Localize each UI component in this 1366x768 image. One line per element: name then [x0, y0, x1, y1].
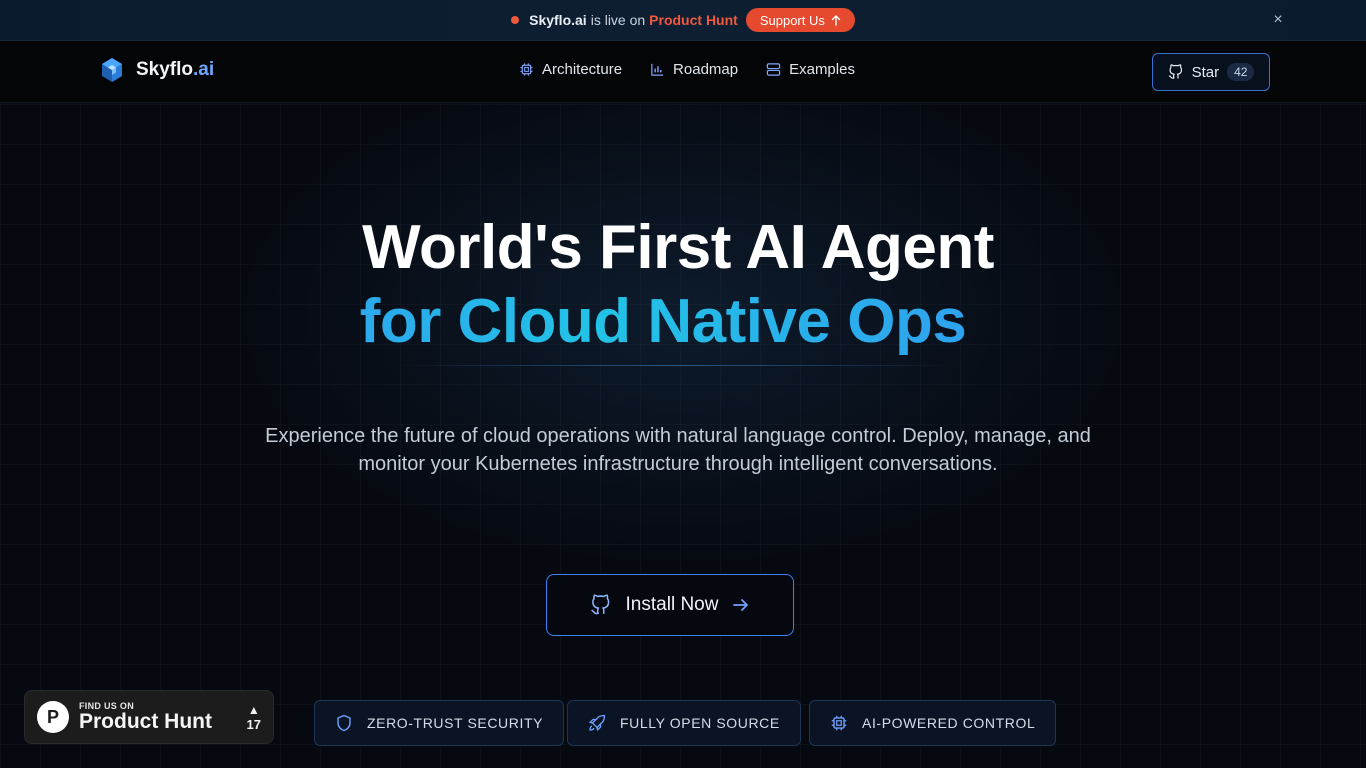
shield-icon — [337, 714, 351, 732]
nav-link-roadmap[interactable]: Roadmap — [650, 61, 738, 78]
nav-link-examples[interactable]: Examples — [766, 61, 855, 78]
support-us-button[interactable]: Support Us — [745, 8, 855, 32]
live-dot-icon — [511, 16, 520, 24]
badge-ai-powered-control: AI-POWERED CONTROL — [809, 700, 1057, 746]
nav-link-label: Architecture — [542, 61, 623, 78]
hero-section: World's First AI Agent for Cloud Native … — [0, 104, 1366, 768]
logo-text: Skyflo.ai — [136, 59, 214, 81]
hero-title-line2: for Cloud Native Ops — [0, 286, 1326, 357]
logo-suffix: .ai — [193, 59, 215, 80]
announcement-brand: Skyflo.ai — [529, 12, 587, 28]
bar-chart-icon — [651, 63, 664, 76]
nav-link-label: Roadmap — [673, 61, 739, 78]
support-us-label: Support Us — [759, 12, 825, 28]
product-hunt-logo-icon: P — [37, 701, 69, 733]
badge-label: FULLY OPEN SOURCE — [620, 715, 780, 731]
product-hunt-big-text: Product Hunt — [79, 710, 212, 733]
product-hunt-text: FIND US ON Product Hunt — [79, 701, 212, 733]
install-now-button[interactable]: Install Now — [546, 574, 794, 636]
cpu-icon — [831, 715, 847, 731]
cpu-icon — [520, 63, 533, 76]
star-count-badge: 42 — [1227, 63, 1255, 81]
nav-link-architecture[interactable]: Architecture — [519, 61, 622, 78]
page: Skyflo.ai is live on Product Hunt Suppor… — [0, 0, 1366, 768]
close-announcement-icon[interactable]: × — [1268, 10, 1288, 30]
install-now-label: Install Now — [625, 594, 719, 615]
logo-main: Skyflo — [136, 59, 194, 80]
github-icon — [1168, 64, 1182, 79]
announcement-product-hunt[interactable]: Product Hunt — [649, 12, 738, 28]
arrow-up-icon — [831, 14, 841, 26]
badge-fully-open-source: FULLY OPEN SOURCE — [567, 700, 801, 746]
arrow-right-icon — [733, 599, 749, 611]
hero-subtitle: Experience the future of cloud operation… — [265, 425, 1091, 475]
rocket-icon — [589, 714, 606, 731]
star-label: Star — [1191, 63, 1220, 81]
nav-link-label: Examples — [789, 61, 855, 78]
upvote-triangle-icon: ▲ — [247, 702, 260, 717]
top-navigation: Skyflo.ai Architecture Roadmap Examples … — [0, 41, 1366, 103]
github-star-button[interactable]: Star 42 — [1152, 53, 1270, 91]
server-icon — [766, 63, 781, 76]
title-divider — [396, 365, 956, 366]
site-logo[interactable]: Skyflo.ai — [100, 57, 214, 83]
product-hunt-widget[interactable]: P FIND US ON Product Hunt ▲ 17 — [24, 690, 274, 744]
nav-links: Architecture Roadmap Examples — [519, 61, 855, 78]
product-hunt-votes: ▲ 17 — [247, 703, 261, 732]
badge-zero-trust-security: ZERO-TRUST SECURITY — [314, 700, 565, 746]
skyflo-logo-icon — [102, 58, 122, 82]
github-icon — [590, 594, 609, 615]
hero-title-line1: World's First AI Agent — [362, 213, 994, 282]
badge-label: AI-POWERED CONTROL — [862, 715, 1036, 731]
badge-label: ZERO-TRUST SECURITY — [367, 715, 544, 731]
announcement-text: is live on — [590, 12, 646, 28]
announcement-bar: Skyflo.ai is live on Product Hunt Suppor… — [0, 0, 1366, 41]
upvote-count: 17 — [246, 716, 261, 732]
